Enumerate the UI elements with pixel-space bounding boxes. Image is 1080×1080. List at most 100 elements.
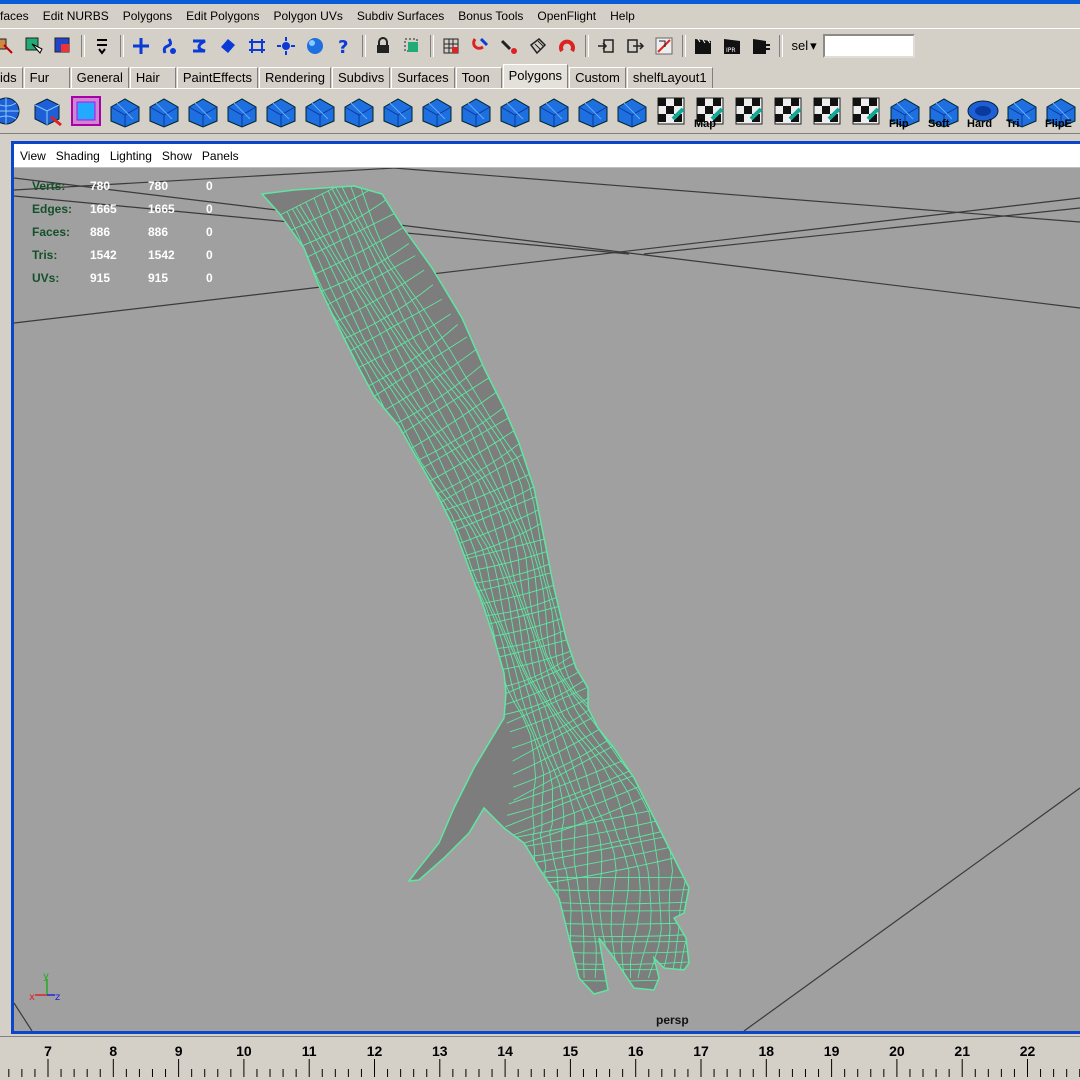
uv-checker-icon[interactable]: [653, 93, 689, 129]
perspective-viewport[interactable]: Verts: 780 780 0 Edges: 1665 1665 0 Faces: 886 886…: [14, 168, 1080, 1031]
frame-label: 12: [367, 1043, 383, 1059]
uv-checker-glyph: [657, 97, 685, 125]
snap-point-icon[interactable]: [186, 33, 212, 59]
magnet-icon[interactable]: [467, 33, 493, 59]
tab-general[interactable]: General: [70, 67, 129, 88]
hud-stat-value: 1665: [148, 201, 175, 216]
extrude-face-icon[interactable]: [185, 93, 221, 129]
flip-triangle-icon[interactable]: FlipE: [1043, 93, 1079, 130]
cut-faces-icon[interactable]: [419, 93, 455, 129]
render-icon[interactable]: [690, 33, 716, 59]
extrude-edge-icon[interactable]: [224, 93, 260, 129]
selection-mode-dropdown[interactable]: sel ▾: [792, 38, 817, 54]
lock-icon[interactable]: [370, 33, 396, 59]
ops-toggle-icon[interactable]: [651, 33, 677, 59]
snap-curve-icon[interactable]: [157, 33, 183, 59]
ipr-icon[interactable]: IPR: [719, 33, 745, 59]
frame-label: 16: [628, 1043, 644, 1059]
tab-polygons[interactable]: Polygons: [502, 64, 569, 88]
history-icon[interactable]: [273, 33, 299, 59]
construction-history-icon[interactable]: [438, 33, 464, 59]
select-hierarchy-icon[interactable]: [0, 33, 18, 59]
merge-vertices-icon[interactable]: [458, 93, 494, 129]
select-component-icon[interactable]: [50, 33, 76, 59]
snap-menu-icon[interactable]: [89, 33, 115, 59]
output-connections-icon[interactable]: [622, 33, 648, 59]
spherical-map-icon[interactable]: [770, 93, 806, 129]
append-polygon-icon[interactable]: [341, 93, 377, 129]
toolbar-separator: [80, 33, 86, 59]
menu-polygon-uvs[interactable]: Polygon UVs: [266, 4, 349, 28]
tab-fur[interactable]: Fur: [23, 67, 70, 88]
split-polygon-icon[interactable]: [107, 93, 143, 129]
extract-glyph: [617, 98, 647, 128]
poly-sphere-icon[interactable]: [0, 93, 26, 129]
panel-menu-panels[interactable]: Panels: [197, 149, 244, 163]
magnet-red-icon[interactable]: [554, 33, 580, 59]
hud-stat-value: 915: [148, 270, 169, 285]
flip-normals-icon[interactable]: Flip: [887, 93, 923, 130]
soften-edge-icon[interactable]: Soft: [926, 93, 962, 130]
uv-map-icon[interactable]: Map: [692, 93, 728, 130]
sphere-icon[interactable]: [302, 33, 328, 59]
frame-label: 14: [497, 1043, 513, 1059]
select-highlight-icon[interactable]: [399, 33, 425, 59]
snap-grid-icon[interactable]: [128, 33, 154, 59]
tab-shelflayout1[interactable]: shelfLayout1: [626, 67, 713, 88]
auto-map-icon[interactable]: [848, 93, 884, 129]
tab-rendering[interactable]: Rendering: [259, 67, 332, 88]
poly-sphere-glyph: [0, 97, 20, 125]
output-ops-icon[interactable]: [525, 33, 551, 59]
selection-mode-label: sel: [791, 38, 809, 53]
hud-stat-value: 1542: [148, 247, 175, 262]
menu-edit-polygons[interactable]: Edit Polygons: [179, 4, 266, 28]
tab-toon[interactable]: Toon: [455, 67, 502, 88]
combine-icon[interactable]: [536, 93, 572, 129]
select-object-icon[interactable]: [21, 33, 47, 59]
snap-view-plane-icon[interactable]: [215, 33, 241, 59]
input-ops-icon[interactable]: [496, 33, 522, 59]
tab-custom[interactable]: Custom: [569, 67, 626, 88]
menu-edit-nurbs[interactable]: Edit NURBS: [36, 4, 116, 28]
chamfer-icon[interactable]: [302, 93, 338, 129]
panel-menu-lighting[interactable]: Lighting: [105, 149, 157, 163]
tab-hair[interactable]: Hair: [129, 67, 176, 88]
viewport-panel: View Shading Lighting Show Panels Verts:…: [11, 141, 1080, 1034]
tab-subdivs[interactable]: Subdivs: [332, 67, 391, 88]
status-line: ? IPR sel ▾: [0, 28, 1080, 62]
time-slider[interactable]: 7 8 9 10 11 12 13 14 15 16 17 18 19 20 21 22: [0, 1036, 1080, 1080]
snap-live-surface-icon[interactable]: [244, 33, 270, 59]
tab-surfaces[interactable]: Surfaces: [391, 67, 455, 88]
separate-icon[interactable]: [575, 93, 611, 129]
poly-cube-icon[interactable]: [29, 93, 65, 129]
panel-menu-shading[interactable]: Shading: [51, 149, 105, 163]
help-icon[interactable]: ?: [331, 33, 357, 59]
poly-cube-selected-icon[interactable]: [68, 93, 104, 129]
panel-menu-show[interactable]: Show: [157, 149, 197, 163]
shelf-tab-bar: ids Fur General Hair PaintEffects Render…: [0, 64, 1080, 88]
menu-polygons[interactable]: Polygons: [116, 4, 179, 28]
panel-menu-view[interactable]: View: [14, 149, 51, 163]
quick-select-input[interactable]: [822, 33, 915, 58]
tab-ids[interactable]: ids: [0, 67, 23, 88]
menu-subdiv-surfaces[interactable]: Subdiv Surfaces: [350, 4, 451, 28]
tab-painteffects[interactable]: PaintEffects: [176, 67, 259, 88]
poly-select-icon[interactable]: [146, 93, 182, 129]
planar-map-icon[interactable]: [731, 93, 767, 129]
menu-bonus-tools[interactable]: Bonus Tools: [451, 4, 530, 28]
split-edge-icon[interactable]: [380, 93, 416, 129]
bridge-icon[interactable]: [497, 93, 533, 129]
menu-openflight[interactable]: OpenFlight: [530, 4, 603, 28]
frame-label: 11: [302, 1043, 317, 1059]
menu-surfaces[interactable]: rfaces: [0, 4, 36, 28]
menu-help[interactable]: Help: [603, 4, 642, 28]
view-axis-indicator: x y z: [29, 973, 60, 1003]
triangulate-icon[interactable]: Tri: [1004, 93, 1040, 130]
extrude-edge-glyph: [227, 98, 257, 128]
input-connections-icon[interactable]: [593, 33, 619, 59]
bevel-icon[interactable]: [263, 93, 299, 129]
render-globals-icon[interactable]: [748, 33, 774, 59]
harden-edge-icon[interactable]: Hard: [965, 93, 1001, 130]
extract-icon[interactable]: [614, 93, 650, 129]
cylindrical-map-icon[interactable]: [809, 93, 845, 129]
